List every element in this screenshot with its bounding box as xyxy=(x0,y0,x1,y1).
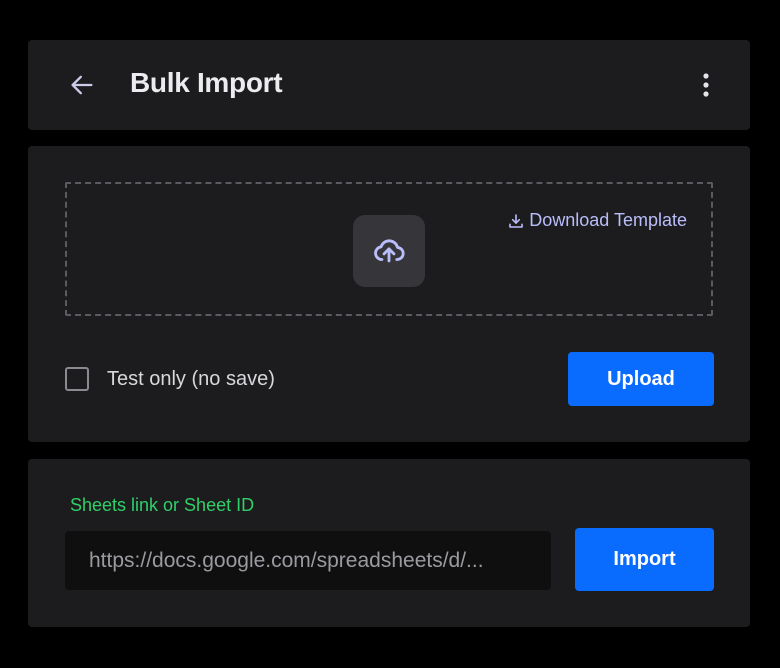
more-options-button[interactable] xyxy=(696,69,716,101)
sheets-link-label: Sheets link or Sheet ID xyxy=(70,495,255,515)
download-icon xyxy=(509,213,524,228)
import-button[interactable]: Import xyxy=(575,528,714,591)
sheets-link-input[interactable]: https://docs.google.com/spreadsheets/d/.… xyxy=(65,531,551,590)
sheets-link-placeholder: https://docs.google.com/spreadsheets/d/.… xyxy=(89,548,484,572)
download-template-link[interactable]: Download Template xyxy=(508,210,687,231)
header-bar: Bulk Import xyxy=(28,40,750,130)
more-vertical-icon xyxy=(703,73,709,97)
import-card: Sheets link or Sheet ID https://docs.goo… xyxy=(28,459,750,627)
back-button[interactable] xyxy=(66,69,98,101)
test-only-checkbox[interactable] xyxy=(65,367,89,391)
upload-card: Download Template Test only (no save) Up… xyxy=(28,146,750,442)
test-only-row: Test only (no save) xyxy=(65,367,275,391)
file-dropzone[interactable]: Download Template xyxy=(65,182,713,316)
upload-button[interactable]: Upload xyxy=(568,352,714,406)
upload-icon-box[interactable] xyxy=(353,215,425,287)
page-title: Bulk Import xyxy=(130,67,283,98)
download-template-label: Download Template xyxy=(529,210,687,230)
arrow-left-icon xyxy=(71,75,93,95)
cloud-upload-icon xyxy=(374,239,405,263)
test-only-label: Test only (no save) xyxy=(107,367,275,390)
